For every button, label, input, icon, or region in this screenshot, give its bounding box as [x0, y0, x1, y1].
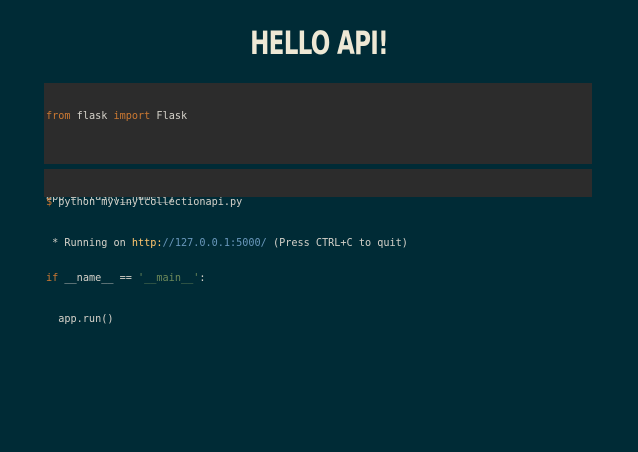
- running-prefix: * Running on: [46, 237, 132, 249]
- shell-command: python myvinylcollectionapi.py: [52, 197, 243, 208]
- python-code-block: from flask import Flask app = Flask(__na…: [44, 83, 592, 325]
- shell-line-2: * Running on http://127.0.0.1:5000/ (Pre…: [46, 237, 592, 251]
- import-name: Flask: [150, 111, 188, 122]
- main-string: '__main__': [138, 273, 200, 284]
- colon: :: [199, 273, 206, 284]
- keyword-from: from: [46, 111, 71, 122]
- url-address: //127.0.0.1:5000/: [162, 237, 267, 249]
- condition-text: __name__ ==: [58, 273, 139, 284]
- url-scheme: http:: [131, 237, 163, 249]
- quit-hint: (Press CTRL+C to quit): [266, 237, 408, 249]
- code-line-5: if __name__ == '__main__':: [46, 272, 592, 286]
- module-name: flask: [70, 111, 114, 122]
- shell-line-1: $ python myvinylcollectionapi.py: [46, 196, 592, 210]
- keyword-if: if: [46, 273, 59, 284]
- shell-output-block: $ python myvinylcollectionapi.py * Runni…: [44, 169, 592, 249]
- code-line-6: app.run(): [46, 313, 114, 325]
- slide-title: HELLO API!: [250, 24, 388, 62]
- keyword-import: import: [113, 111, 151, 122]
- code-line-1: from flask import Flask: [46, 110, 592, 124]
